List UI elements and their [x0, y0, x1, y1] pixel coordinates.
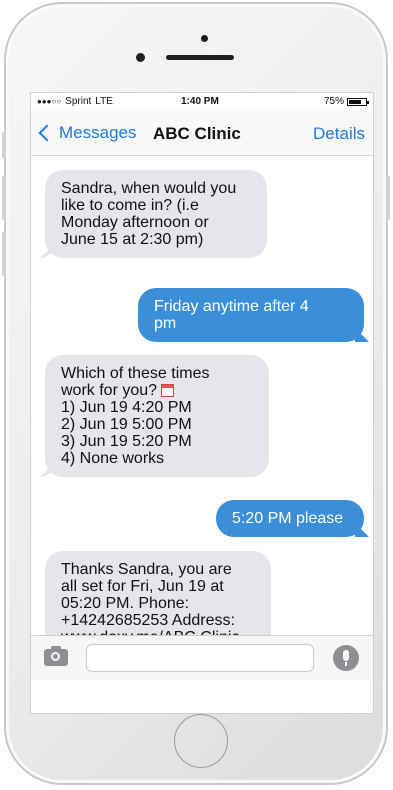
message-input[interactable]	[86, 644, 314, 672]
camera-icon[interactable]	[44, 646, 68, 666]
battery-icon	[347, 97, 369, 106]
message-text: 3) Jun 19 5:20 PM	[61, 433, 192, 450]
conversation-title: ABC Clinic	[153, 124, 241, 143]
status-time: 1:40 PM	[181, 96, 219, 107]
battery-fill	[349, 99, 361, 104]
power-button	[386, 176, 390, 220]
bubble-tail	[40, 463, 54, 477]
message-text: 4) None works	[61, 450, 165, 467]
volume-down-button	[2, 232, 6, 276]
message-bubble-incoming: Sandra, when would you like to come in? …	[40, 170, 267, 258]
navigation-bar: Messages ABC Clinic Details	[31, 111, 373, 156]
message-text: Friday anytime after 4	[154, 298, 309, 315]
message-text: Which of these times	[61, 365, 210, 382]
chevron-left-icon	[38, 124, 56, 142]
calendar-icon	[161, 384, 175, 397]
message-text: Sandra, when would you	[61, 180, 237, 197]
proximity-sensor	[201, 35, 208, 42]
message-text: all set for Fri, Jun 19 at	[61, 578, 224, 595]
message-text: 05:20 PM. Phone:	[61, 595, 190, 612]
status-bar: ●●●○○ Sprint LTE 1:40 PM 75%	[31, 93, 373, 111]
back-label: Messages	[59, 123, 137, 142]
earpiece-speaker	[166, 55, 234, 60]
message-text: 5:20 PM please	[232, 510, 344, 527]
microphone-icon[interactable]	[333, 645, 359, 671]
message-bubble-incoming: Which of these times work for you? 1) Ju…	[40, 355, 269, 477]
bubble-tail	[40, 244, 54, 258]
message-text: June 15 at 2:30 pm)	[61, 231, 204, 248]
back-button[interactable]: Messages	[37, 123, 136, 143]
bubble-tail	[355, 523, 369, 537]
signal-strength-icon: ●●●○○	[37, 97, 62, 106]
message-list[interactable]: Sandra, when would you like to come in? …	[31, 156, 373, 651]
volume-up-button	[2, 176, 6, 220]
message-text: Monday afternoon or	[61, 214, 209, 231]
message-text: like to come in? (i.e	[61, 197, 199, 214]
message-text: 2) Jun 19 5:00 PM	[61, 416, 192, 433]
carrier-name: Sprint	[65, 96, 92, 107]
message-text: Thanks Sandra, you are	[61, 561, 232, 578]
message-text: +14242685253 Address:	[61, 612, 235, 629]
mute-switch	[2, 132, 6, 158]
compose-bar	[31, 635, 373, 680]
phone-screen: ●●●○○ Sprint LTE 1:40 PM 75% Messages AB…	[30, 92, 374, 714]
network-type: LTE	[95, 96, 113, 107]
bubble-tail	[355, 328, 369, 342]
details-button[interactable]: Details	[313, 124, 365, 144]
message-text: 1) Jun 19 4:20 PM	[61, 399, 192, 416]
message-text: pm	[154, 315, 177, 332]
message-text: work for you?	[61, 382, 158, 399]
message-bubble-outgoing: Friday anytime after 4 pm	[138, 288, 369, 342]
home-button[interactable]	[174, 714, 228, 768]
front-camera	[136, 53, 145, 62]
battery-percent: 75%	[323, 96, 344, 107]
message-bubble-outgoing: 5:20 PM please	[216, 500, 369, 537]
